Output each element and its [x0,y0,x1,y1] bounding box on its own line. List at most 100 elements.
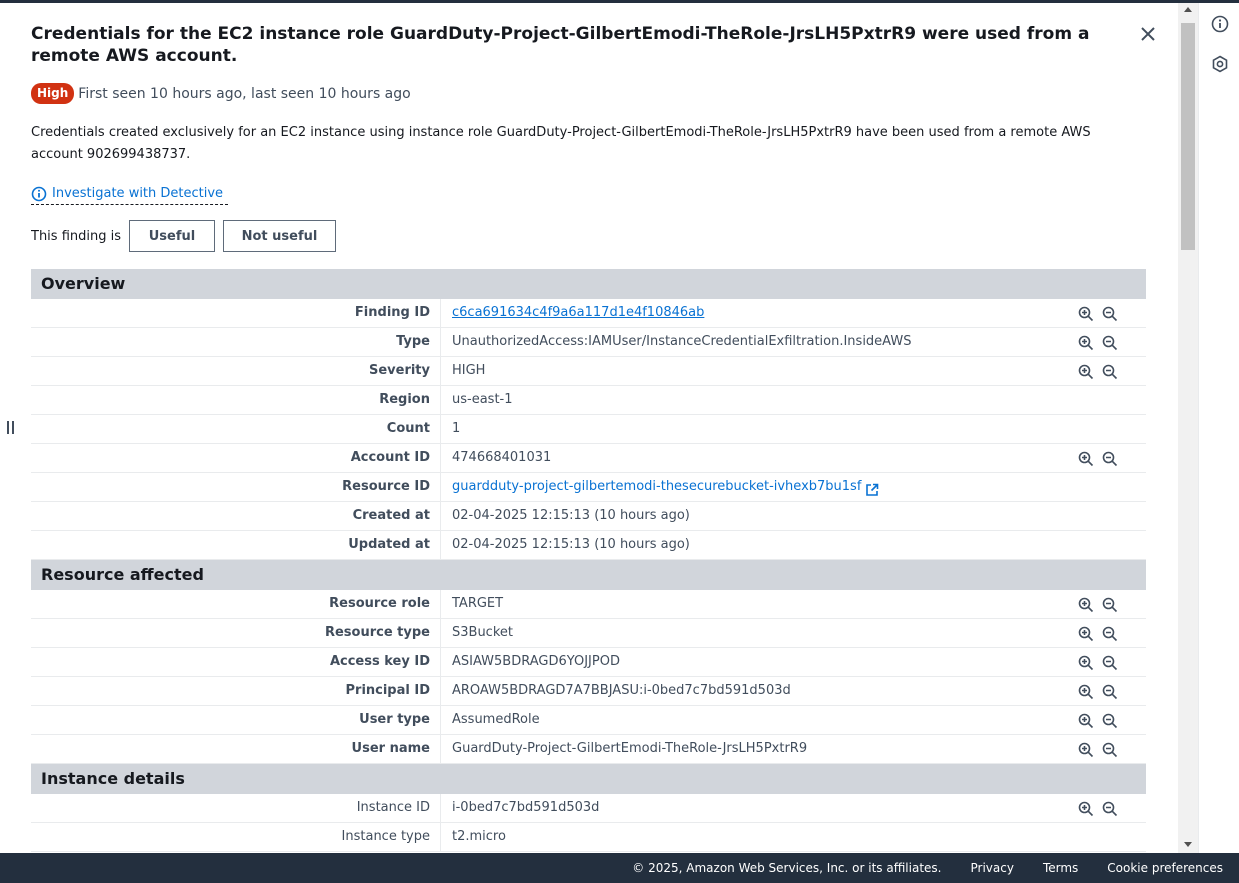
overview-table: Finding ID c6ca691634c4f9a6a117d1e4f1084… [31,299,1146,560]
section-heading-instance-details: Instance details [31,764,1146,794]
tools-rail [1198,3,1239,853]
table-row: Instance ID i-0bed7c7bd591d503d [31,794,1146,823]
row-key: Resource role [31,590,441,618]
table-row: User type AssumedRole [31,706,1146,735]
zoom-in-icon[interactable] [1078,334,1094,351]
row-key: Resource ID [31,473,441,501]
zoom-out-icon[interactable] [1102,654,1118,671]
zoom-in-icon[interactable] [1078,305,1094,322]
row-key: Count [31,415,441,443]
table-row: Finding ID c6ca691634c4f9a6a117d1e4f1084… [31,299,1146,328]
copyright-text: © 2025, Amazon Web Services, Inc. or its… [632,861,942,875]
table-row: Resource role TARGET [31,590,1146,619]
table-row: Severity HIGH [31,357,1146,386]
row-value: AROAW5BDRAGD7A7BBJASU:i-0bed7c7bd591d503… [452,683,791,698]
zoom-out-icon[interactable] [1102,800,1118,817]
row-value: 02-04-2025 12:15:13 (10 hours ago) [452,508,690,523]
zoom-out-icon[interactable] [1102,741,1118,758]
table-row: Principal ID AROAW5BDRAGD7A7BBJASU:i-0be… [31,677,1146,706]
row-value: 1 [452,421,461,436]
zoom-in-icon[interactable] [1078,363,1094,380]
section-heading-resource-affected: Resource affected [31,560,1146,590]
table-row: Count 1 [31,415,1146,444]
row-key: Updated at [31,531,441,559]
scrollbar-thumb[interactable] [1181,23,1195,250]
row-key: Instance ID [31,794,441,822]
zoom-out-icon[interactable] [1102,683,1118,700]
severity-row: High First seen 10 hours ago, last seen … [31,83,411,104]
useful-button[interactable]: Useful [129,220,215,252]
cookie-preferences-link[interactable]: Cookie preferences [1107,861,1223,875]
finding-id-link[interactable]: c6ca691634c4f9a6a117d1e4f10846ab [452,299,704,327]
table-row: Resource type S3Bucket [31,619,1146,648]
row-key: Type [31,328,441,356]
zoom-out-icon[interactable] [1102,596,1118,613]
scroll-up-arrow-icon[interactable] [1184,7,1192,12]
close-icon[interactable] [1137,23,1159,45]
zoom-in-icon[interactable] [1078,654,1094,671]
zoom-in-icon[interactable] [1078,450,1094,467]
row-key: Principal ID [31,677,441,705]
zoom-in-icon[interactable] [1078,712,1094,729]
investigate-label: Investigate with Detective [52,186,224,201]
row-value: i-0bed7c7bd591d503d [452,800,600,815]
investigate-with-detective-link[interactable]: Investigate with Detective [31,183,229,205]
zoom-in-icon[interactable] [1078,683,1094,700]
zoom-out-icon[interactable] [1102,305,1118,322]
hexagon-gear-icon[interactable] [1211,55,1229,73]
row-key: Severity [31,357,441,385]
finding-title: Credentials for the EC2 instance role Gu… [31,24,1090,66]
section-heading-overview: Overview [31,269,1146,299]
row-value: GuardDuty-Project-GilbertEmodi-TheRole-J… [452,741,808,756]
console-footer: © 2025, Amazon Web Services, Inc. or its… [0,853,1239,883]
zoom-out-icon[interactable] [1102,450,1118,467]
row-value: TARGET [452,596,504,611]
row-value: AssumedRole [452,712,540,727]
row-value: S3Bucket [452,625,513,640]
row-value: us-east-1 [452,392,513,407]
feedback-row: This finding is Useful Not useful [31,220,344,252]
finding-details-panel: Credentials for the EC2 instance role Gu… [31,3,1177,853]
row-key: Finding ID [31,299,441,327]
row-key: Resource type [31,619,441,647]
row-key: Account ID [31,444,441,472]
severity-badge: High [31,83,75,104]
table-row: User name GuardDuty-Project-GilbertEmodi… [31,735,1146,764]
row-value: 02-04-2025 12:15:13 (10 hours ago) [452,537,690,552]
table-row: Updated at 02-04-2025 12:15:13 (10 hours… [31,531,1146,560]
zoom-out-icon[interactable] [1102,712,1118,729]
table-row: Resource ID guardduty-project-gilbertemo… [31,473,1146,502]
finding-description: Credentials created exclusively for an E… [31,125,1091,162]
row-key: Created at [31,502,441,530]
zoom-out-icon[interactable] [1102,363,1118,380]
row-value: t2.micro [452,829,506,844]
table-row: Account ID 474668401031 [31,444,1146,473]
zoom-in-icon[interactable] [1078,741,1094,758]
vertical-scrollbar[interactable] [1178,3,1198,853]
seen-timestamps: First seen 10 hours ago, last seen 10 ho… [78,85,411,102]
row-key: Access key ID [31,648,441,676]
table-row: Instance type t2.micro [31,823,1146,852]
not-useful-button[interactable]: Not useful [223,220,336,252]
zoom-in-icon[interactable] [1078,800,1094,817]
row-value: UnauthorizedAccess:IAMUser/InstanceCrede… [452,334,912,349]
resource-id-link[interactable]: guardduty-project-gilbertemodi-thesecure… [452,473,861,501]
terms-link[interactable]: Terms [1043,861,1078,875]
privacy-link[interactable]: Privacy [970,861,1013,875]
info-icon [31,186,47,201]
info-icon[interactable] [1211,15,1229,33]
zoom-in-icon[interactable] [1078,596,1094,613]
table-row: Type UnauthorizedAccess:IAMUser/Instance… [31,328,1146,357]
panel-resize-handle[interactable] [3,420,17,436]
row-key: User type [31,706,441,734]
row-key: Instance type [31,823,441,851]
zoom-out-icon[interactable] [1102,625,1118,642]
row-value: ASIAW5BDRAGD6YOJJPOD [452,654,620,669]
row-key: User name [31,735,441,763]
feedback-label: This finding is [31,228,121,244]
external-link-icon[interactable] [865,480,879,496]
row-value: 474668401031 [452,450,552,465]
zoom-in-icon[interactable] [1078,625,1094,642]
scroll-down-arrow-icon[interactable] [1184,842,1192,847]
zoom-out-icon[interactable] [1102,334,1118,351]
